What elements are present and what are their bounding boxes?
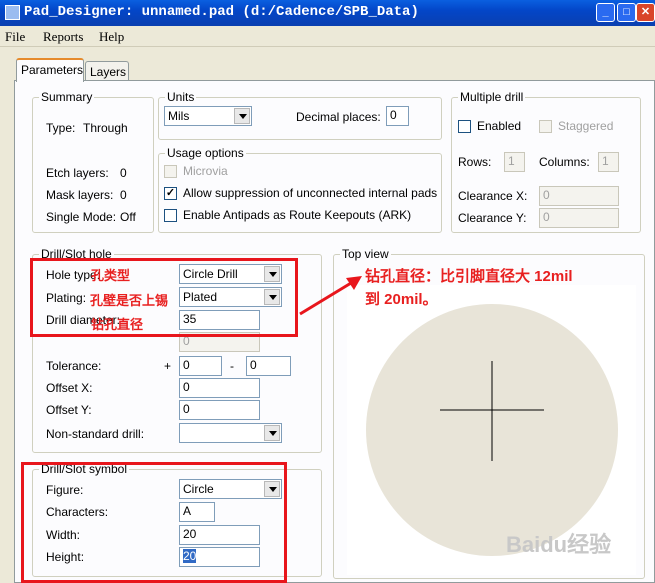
minimize-button[interactable]: _ [596, 3, 615, 22]
type-value: Through [83, 121, 128, 135]
tolerance-label: Tolerance: [46, 359, 102, 373]
units-value: Mils [168, 109, 190, 123]
staggered-label: Staggered [558, 119, 614, 133]
annotation-arrow [299, 276, 362, 316]
window-title: Pad_Designer: unnamed.pad (d:/Cadence/SP… [24, 4, 419, 20]
multiple-drill-legend: Multiple drill [460, 90, 524, 104]
close-button[interactable]: ✕ [636, 3, 655, 22]
clearance-x-input[interactable]: 0 [539, 186, 619, 206]
offset-x-label: Offset X: [46, 381, 93, 395]
enabled-label: Enabled [477, 119, 522, 133]
units-legend: Units [167, 90, 195, 104]
microvia-checkbox[interactable] [164, 165, 177, 178]
menu-bar: File Reports Help [0, 26, 655, 47]
app-icon [5, 5, 20, 20]
decimal-places-input[interactable]: 0 [386, 106, 409, 126]
annotation-box-symbol [21, 462, 287, 583]
etch-layers-label: Etch layers: [46, 166, 109, 180]
offset-y-input[interactable]: 0 [179, 400, 260, 420]
single-mode-label: Single Mode: [46, 210, 117, 224]
tolerance-plus-input[interactable]: 0 [179, 356, 222, 376]
clearance-y-label: Clearance Y: [458, 211, 527, 225]
tolerance-minus-sign: - [230, 359, 234, 373]
offset-y-label: Offset Y: [46, 403, 92, 417]
summary-legend: Summary [41, 90, 93, 104]
annotation-hole-type: 孔类型 [91, 268, 131, 283]
offset-x-input[interactable]: 0 [179, 378, 260, 398]
tab-layers[interactable]: Layers [85, 61, 129, 81]
annotation-diameter: 钻孔直径 [91, 317, 144, 332]
enabled-checkbox[interactable] [458, 120, 471, 133]
antipads-label: Enable Antipads as Route Keepouts (ARK) [183, 208, 412, 222]
annotation-plating: 孔壁是否上锡 [90, 293, 169, 308]
usage-legend: Usage options [167, 146, 244, 160]
rows-label: Rows: [458, 155, 492, 169]
staggered-checkbox[interactable] [539, 120, 552, 133]
columns-input[interactable]: 1 [598, 152, 619, 172]
top-view-legend: Top view [342, 247, 389, 261]
watermark: Baidu经验 [506, 532, 612, 557]
chevron-down-icon[interactable] [264, 425, 280, 441]
units-dropdown[interactable]: Mils [164, 106, 252, 126]
columns-label: Columns: [539, 155, 590, 169]
decimal-places-label: Decimal places: [296, 110, 381, 124]
allow-suppression-label: Allow suppression of unconnected interna… [183, 186, 438, 200]
single-mode-value: Off [120, 210, 136, 224]
etch-layers-value: 0 [120, 166, 127, 180]
clearance-x-label: Clearance X: [458, 189, 528, 203]
arrow-line [299, 278, 357, 316]
annotation-note-line1: 钻孔直径：比引脚直径大 12mil [365, 268, 573, 285]
title-bar: Pad_Designer: unnamed.pad (d:/Cadence/SP… [0, 0, 655, 26]
antipads-checkbox[interactable] [164, 209, 177, 222]
annotation-note-line2: 到 20mil。 [365, 291, 438, 308]
mask-layers-label: Mask layers: [46, 188, 114, 202]
tolerance-plus-sign: + [164, 359, 172, 373]
clearance-y-input[interactable]: 0 [539, 208, 619, 228]
menu-file[interactable]: File [5, 29, 25, 45]
type-label: Type: [46, 121, 76, 135]
non-standard-drill-label: Non-standard drill: [46, 427, 145, 441]
tolerance-minus-input[interactable]: 0 [246, 356, 291, 376]
maximize-button[interactable]: □ [617, 3, 636, 22]
mask-layers-value: 0 [120, 188, 127, 202]
menu-help[interactable]: Help [99, 29, 124, 45]
chevron-down-icon[interactable] [234, 108, 250, 124]
rows-input[interactable]: 1 [504, 152, 525, 172]
allow-suppression-checkbox[interactable]: ✓ [164, 187, 177, 200]
menu-reports[interactable]: Reports [43, 29, 83, 45]
microvia-label: Microvia [183, 164, 228, 178]
non-standard-drill-dropdown[interactable] [179, 423, 282, 443]
tab-parameters[interactable]: Parameters [16, 58, 84, 82]
